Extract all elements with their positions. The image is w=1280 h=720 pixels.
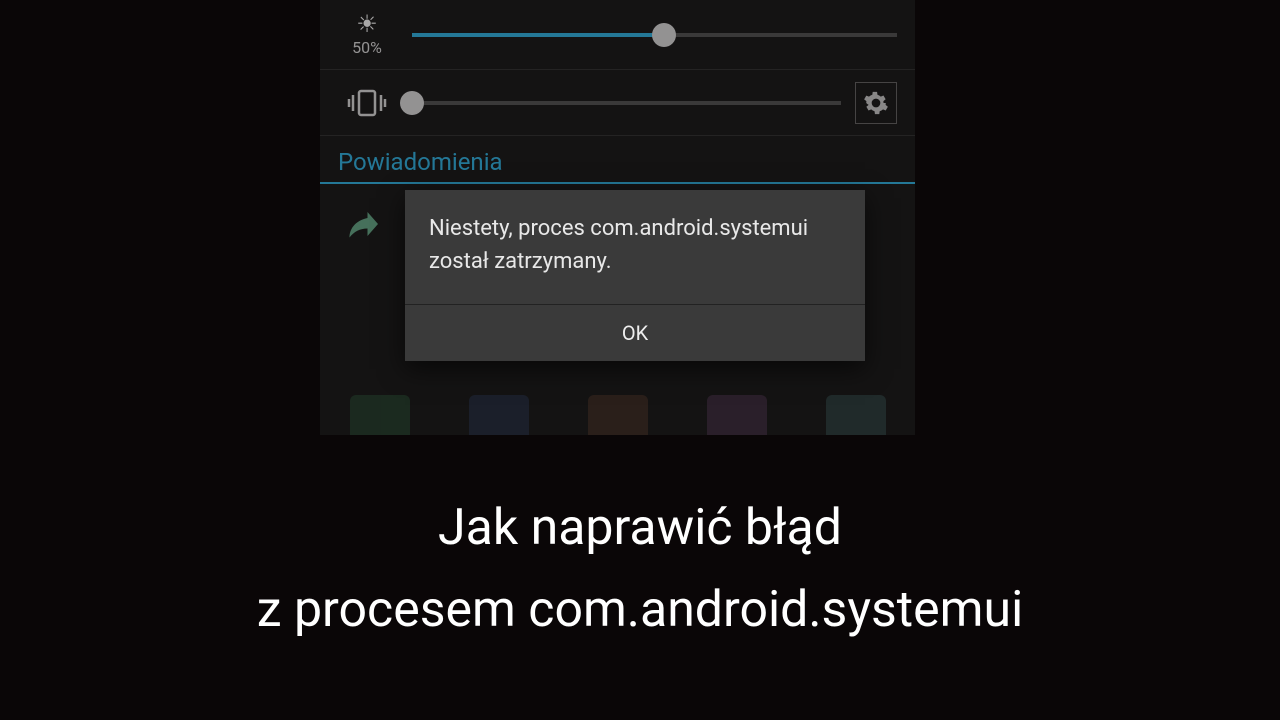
brightness-slider-fill	[412, 33, 664, 37]
leaf-icon	[338, 202, 382, 246]
caption-line-2: z procesem com.android.systemui	[0, 580, 1280, 640]
gear-icon	[863, 90, 889, 116]
volume-slider-thumb[interactable]	[400, 91, 424, 115]
dock-app[interactable]	[826, 395, 886, 435]
vibrate-icon[interactable]	[332, 83, 402, 123]
settings-button[interactable]	[855, 82, 897, 124]
volume-row	[320, 70, 915, 136]
dialog-ok-button[interactable]: OK	[405, 304, 865, 361]
brightness-icon: ☀	[356, 12, 378, 36]
error-dialog: Niestety, proces com.android.systemui zo…	[405, 190, 865, 361]
brightness-slider[interactable]	[412, 33, 897, 37]
volume-slider[interactable]	[412, 101, 841, 105]
brightness-indicator: ☀ 50%	[332, 12, 402, 57]
dock-app[interactable]	[350, 395, 410, 435]
brightness-row: ☀ 50%	[320, 0, 915, 70]
dock-app[interactable]	[707, 395, 767, 435]
brightness-slider-thumb[interactable]	[652, 23, 676, 47]
dock-app[interactable]	[588, 395, 648, 435]
dock-app[interactable]	[469, 395, 529, 435]
brightness-percent: 50%	[352, 38, 382, 57]
dialog-message: Niestety, proces com.android.systemui zo…	[405, 190, 865, 304]
app-dock	[320, 395, 915, 435]
notifications-header: Powiadomienia	[320, 136, 915, 184]
caption-line-1: Jak naprawić błąd	[0, 498, 1280, 558]
